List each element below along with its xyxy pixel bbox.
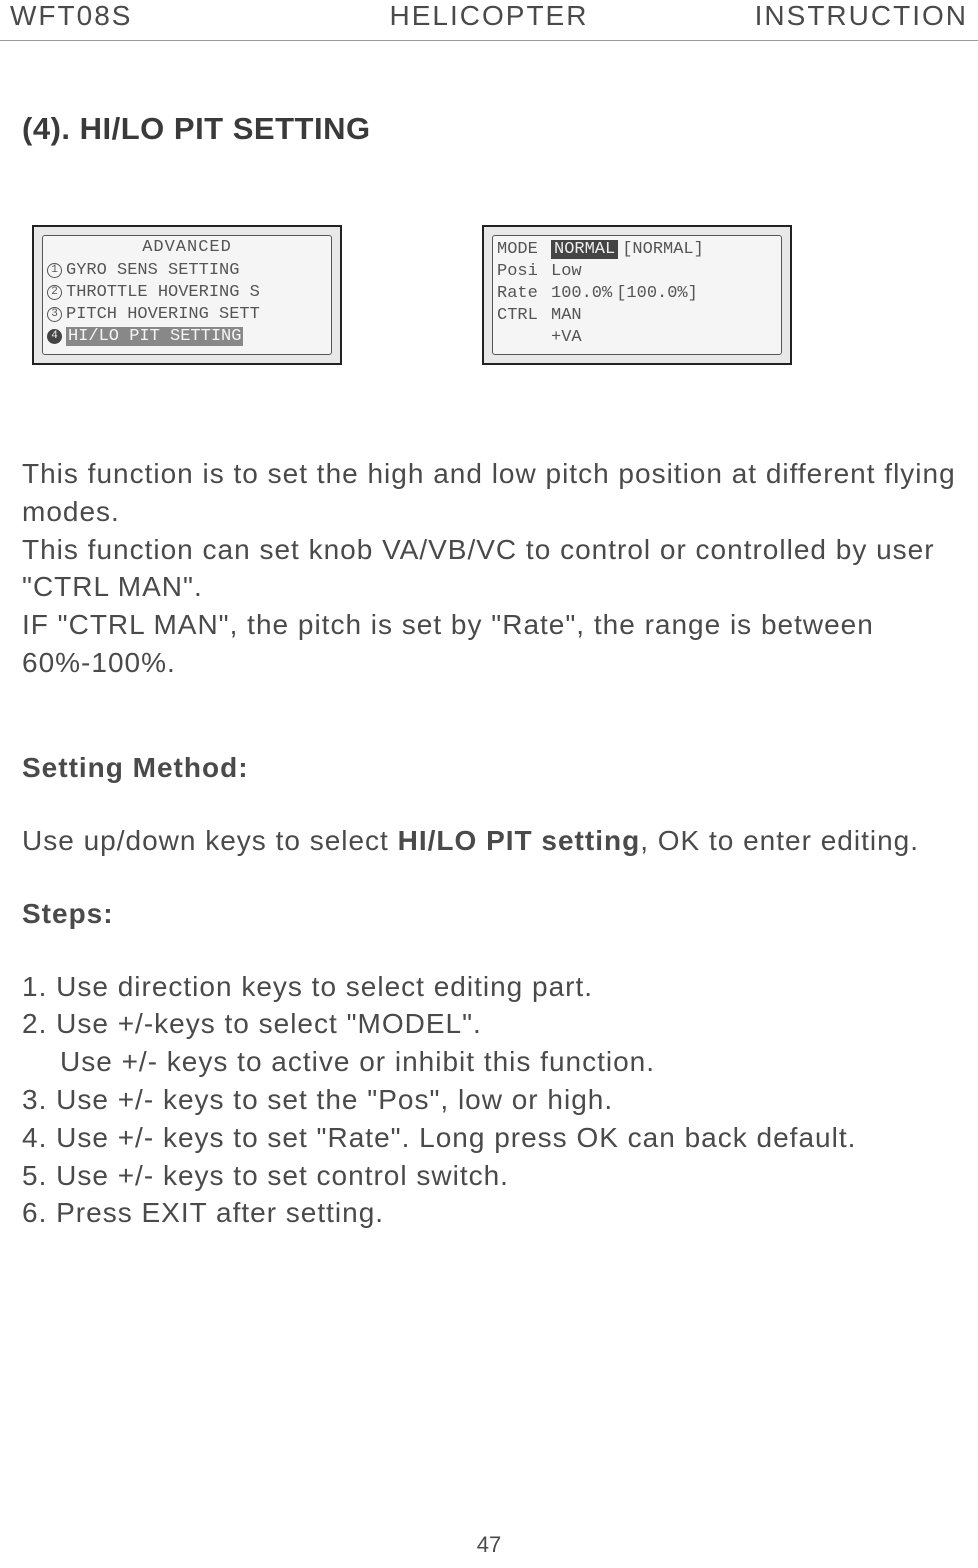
description-p3: IF "CTRL MAN", the pitch is set by "Rate… bbox=[22, 606, 956, 682]
lcd-ctrl-value: MAN bbox=[551, 306, 582, 325]
lcd-mode-label: MODE bbox=[497, 240, 547, 259]
lcd-screen-menu-inner: ADVANCED 1 GYRO SENS SETTING 2 THROTTLE … bbox=[42, 235, 332, 355]
step-1: 1. Use direction keys to select editing … bbox=[22, 968, 956, 1006]
lcd-screen-settings: MODE NORMAL[NORMAL] Posi Low Rate 100.0%… bbox=[482, 225, 792, 365]
lcd-menu-num-1: 1 bbox=[47, 263, 62, 278]
step-3: 3. Use +/- keys to set the "Pos", low or… bbox=[22, 1081, 956, 1119]
lcd-screen-menu: ADVANCED 1 GYRO SENS SETTING 2 THROTTLE … bbox=[32, 225, 342, 365]
lcd-menu-num-4: 4 bbox=[47, 329, 62, 344]
lcd-rate-value: 100.0% bbox=[551, 284, 612, 303]
lcd-menu-text-4-highlight: HI/LO PIT SETTING bbox=[66, 327, 243, 346]
lcd-menu-text-3: PITCH HOVERING SETT bbox=[66, 305, 260, 324]
method-text-bold: HI/LO PIT setting bbox=[398, 825, 641, 856]
description-text: This function is to set the high and low… bbox=[22, 455, 956, 682]
lcd-posi-value: Low bbox=[551, 262, 582, 281]
description-p1: This function is to set the high and low… bbox=[22, 455, 956, 531]
lcd-setting-row-rate: Rate 100.0%[100.0%] bbox=[497, 282, 777, 304]
header-category: HELICOPTER bbox=[329, 0, 648, 32]
lcd-menu-row-3: 3 PITCH HOVERING SETT bbox=[47, 303, 327, 325]
lcd-posi-label: Posi bbox=[497, 262, 547, 281]
method-text-post: , OK to enter editing. bbox=[640, 825, 919, 856]
page-number: 47 bbox=[477, 1532, 501, 1558]
method-text-pre: Use up/down keys to select bbox=[22, 825, 398, 856]
lcd-rate-label: Rate bbox=[497, 284, 547, 303]
lcd-screen-settings-inner: MODE NORMAL[NORMAL] Posi Low Rate 100.0%… bbox=[492, 235, 782, 355]
section-title: (4). HI/LO PIT SETTING bbox=[22, 111, 956, 147]
steps-list: 1. Use direction keys to select editing … bbox=[22, 968, 956, 1233]
lcd-menu-num-2: 2 bbox=[47, 285, 62, 300]
header-model: WFT08S bbox=[10, 0, 329, 32]
lcd-menu-text-2: THROTTLE HOVERING S bbox=[66, 283, 260, 302]
lcd-menu-row-2: 2 THROTTLE HOVERING S bbox=[47, 281, 327, 303]
method-instructions: Use up/down keys to select HI/LO PIT set… bbox=[22, 822, 956, 860]
lcd-rate-bracket: [100.0%] bbox=[616, 284, 698, 303]
lcd-menu-title: ADVANCED bbox=[47, 238, 327, 257]
page-content: (4). HI/LO PIT SETTING ADVANCED 1 GYRO S… bbox=[0, 41, 978, 1232]
lcd-setting-row-va: +VA bbox=[497, 326, 777, 348]
lcd-setting-row-mode: MODE NORMAL[NORMAL] bbox=[497, 238, 777, 260]
step-6: 6. Press EXIT after setting. bbox=[22, 1194, 956, 1232]
lcd-setting-row-ctrl: CTRL MAN bbox=[497, 304, 777, 326]
step-2: 2. Use +/-keys to select "MODEL". bbox=[22, 1005, 956, 1043]
lcd-mode-bracket: [NORMAL] bbox=[622, 240, 704, 259]
header-type: INSTRUCTION bbox=[649, 0, 968, 32]
step-5: 5. Use +/- keys to set control switch. bbox=[22, 1157, 956, 1195]
description-p2: This function can set knob VA/VB/VC to c… bbox=[22, 531, 956, 607]
steps-heading: Steps: bbox=[22, 898, 956, 930]
setting-method-heading: Setting Method: bbox=[22, 752, 956, 784]
lcd-menu-row-1: 1 GYRO SENS SETTING bbox=[47, 259, 327, 281]
lcd-mode-value: NORMAL bbox=[551, 240, 618, 259]
step-2b: Use +/- keys to active or inhibit this f… bbox=[22, 1043, 956, 1081]
lcd-menu-num-3: 3 bbox=[47, 307, 62, 322]
lcd-menu-row-4: 4 HI/LO PIT SETTING bbox=[47, 325, 327, 347]
lcd-ctrl-label: CTRL bbox=[497, 306, 547, 325]
lcd-menu-text-1: GYRO SENS SETTING bbox=[66, 261, 239, 280]
lcd-screens-container: ADVANCED 1 GYRO SENS SETTING 2 THROTTLE … bbox=[22, 225, 956, 365]
lcd-va-value: +VA bbox=[551, 328, 582, 347]
lcd-setting-row-posi: Posi Low bbox=[497, 260, 777, 282]
step-4: 4. Use +/- keys to set "Rate". Long pres… bbox=[22, 1119, 956, 1157]
page-header: WFT08S HELICOPTER INSTRUCTION bbox=[0, 0, 978, 41]
